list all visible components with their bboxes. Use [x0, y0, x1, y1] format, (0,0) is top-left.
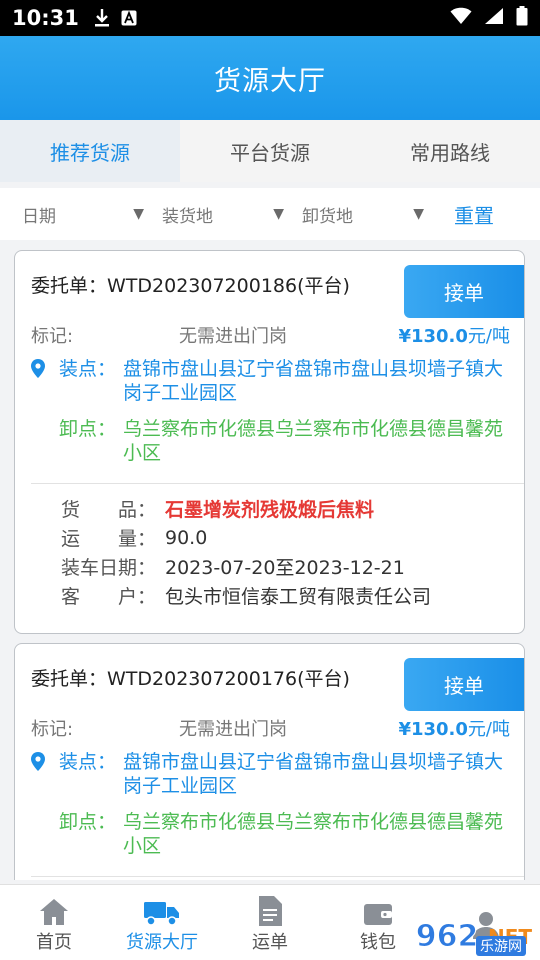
cargo-info: 货 品： 石墨增炭剂残极煅后焦料 运 量： 90.0 装车日期： 2023-07-20…	[15, 484, 524, 610]
goods-value: 石墨增炭剂残极煅后焦料	[165, 499, 375, 521]
tab-bar: 推荐货源 平台货源 常用路线	[0, 120, 540, 182]
download-icon	[93, 8, 111, 28]
tab-platform[interactable]: 平台货源	[180, 120, 360, 182]
mark-label: 标记:	[31, 326, 74, 347]
status-time: 10:31	[12, 6, 79, 30]
accept-order-button[interactable]: 接单	[404, 658, 524, 711]
nav-home[interactable]: 首页	[0, 885, 108, 960]
status-bar: 10:31	[0, 0, 540, 36]
load-place-filter[interactable]: 装货地 ▼	[162, 202, 302, 227]
nav-cargo-hall-label: 货源大厅	[126, 931, 198, 953]
unload-label: 卸点：	[59, 418, 117, 440]
nav-wallet-label: 钱包	[360, 931, 396, 953]
customer-value: 包头市恒信泰工贸有限责任公司	[165, 586, 432, 608]
battery-icon	[516, 6, 528, 30]
home-icon	[39, 892, 69, 926]
price-amount: ¥130.0	[398, 719, 468, 740]
signal-icon	[484, 7, 504, 29]
price-amount: ¥130.0	[398, 326, 468, 347]
cargo-card[interactable]: 委托单：WTD202307200176(平台) 接单 标记: 无需进出门岗 ¥1…	[14, 643, 525, 880]
location-pin-icon	[31, 750, 59, 798]
tab-common-routes[interactable]: 常用路线	[360, 120, 540, 182]
accept-order-button[interactable]: 接单	[404, 265, 524, 318]
card-header: 委托单：WTD202307200176(平台) 接单	[15, 644, 524, 711]
unload-address: 乌兰察布市化德县乌兰察布市化德县德昌馨苑小区	[123, 811, 504, 857]
nav-cargo-hall[interactable]: 货源大厅	[108, 885, 216, 960]
watermark-sub: 乐游网	[476, 936, 526, 956]
watermark-brand: 962	[415, 919, 479, 955]
filter-bar: 日期 ▼ 装货地 ▼ 卸货地 ▼ 重置	[0, 188, 540, 240]
date-filter[interactable]: 日期 ▼	[22, 202, 162, 227]
load-place-filter-label: 装货地	[162, 206, 213, 227]
nav-home-label: 首页	[36, 931, 72, 953]
location-pin-icon	[31, 357, 59, 405]
app-bar: 货源大厅	[0, 36, 540, 120]
wallet-icon	[363, 892, 393, 926]
font-app-icon	[121, 10, 137, 26]
cargo-list[interactable]: 委托单：WTD202307200186(平台) 接单 标记: 无需进出门岗 ¥1…	[0, 240, 540, 880]
freight-price: ¥130.0元/吨	[398, 322, 524, 348]
mark-label: 标记:	[31, 719, 74, 740]
order-number: 委托单：WTD202307200176(平台)	[31, 667, 350, 690]
unload-place-filter[interactable]: 卸货地 ▼	[302, 202, 442, 227]
load-address-row: 装点： 盘锦市盘山县辽宁省盘锦市盘山县坝墙子镇大岗子工业园区	[15, 357, 524, 405]
quantity-label: 运 量：	[61, 528, 157, 550]
card-header: 委托单：WTD202307200186(平台) 接单	[15, 251, 524, 318]
price-unit: 元/吨	[467, 326, 510, 347]
caret-down-icon: ▼	[133, 206, 144, 222]
unload-address: 乌兰察布市化德县乌兰察布市化德县德昌馨苑小区	[123, 418, 504, 464]
caret-down-icon: ▼	[413, 206, 424, 222]
wifi-icon	[450, 7, 472, 29]
mark-value: 无需进出门岗	[179, 719, 287, 740]
load-address: 盘锦市盘山县辽宁省盘锦市盘山县坝墙子镇大岗子工业园区	[123, 358, 504, 404]
load-label: 装点：	[59, 751, 117, 773]
nav-waybill-label: 运单	[252, 931, 288, 953]
tab-recommended[interactable]: 推荐货源	[0, 120, 180, 182]
caret-down-icon: ▼	[273, 206, 284, 222]
date-filter-label: 日期	[22, 206, 56, 227]
quantity-value: 90.0	[165, 526, 208, 549]
load-label: 装点：	[59, 358, 117, 380]
truck-icon	[144, 892, 180, 926]
load-address-row: 装点： 盘锦市盘山县辽宁省盘锦市盘山县坝墙子镇大岗子工业园区	[15, 750, 524, 798]
loading-date-label: 装车日期：	[61, 557, 157, 579]
goods-label: 货 品：	[61, 499, 157, 521]
reset-button[interactable]: 重置	[454, 200, 522, 229]
document-icon	[257, 892, 283, 926]
order-number: 委托单：WTD202307200186(平台)	[31, 274, 350, 297]
nav-waybill[interactable]: 运单	[216, 885, 324, 960]
customer-label: 客 户：	[61, 586, 157, 608]
mark-row: 标记: 无需进出门岗 ¥130.0元/吨	[15, 710, 524, 746]
divider	[31, 876, 524, 877]
unload-place-filter-label: 卸货地	[302, 206, 353, 227]
price-unit: 元/吨	[467, 719, 510, 740]
unload-address-row: 卸点： 乌兰察布市化德县乌兰察布市化德县德昌馨苑小区	[15, 417, 524, 465]
mark-value: 无需进出门岗	[179, 326, 287, 347]
loading-date-value: 2023-07-20至2023-12-21	[165, 557, 405, 579]
page-title: 货源大厅	[214, 65, 326, 97]
unload-label: 卸点：	[59, 811, 117, 833]
watermark-logo: 962 .NET 乐游网	[415, 919, 532, 956]
load-address: 盘锦市盘山县辽宁省盘锦市盘山县坝墙子镇大岗子工业园区	[123, 751, 504, 797]
freight-price: ¥130.0元/吨	[398, 715, 524, 741]
mark-row: 标记: 无需进出门岗 ¥130.0元/吨	[15, 317, 524, 353]
cargo-card[interactable]: 委托单：WTD202307200186(平台) 接单 标记: 无需进出门岗 ¥1…	[14, 250, 525, 634]
unload-address-row: 卸点： 乌兰察布市化德县乌兰察布市化德县德昌馨苑小区	[15, 810, 524, 858]
